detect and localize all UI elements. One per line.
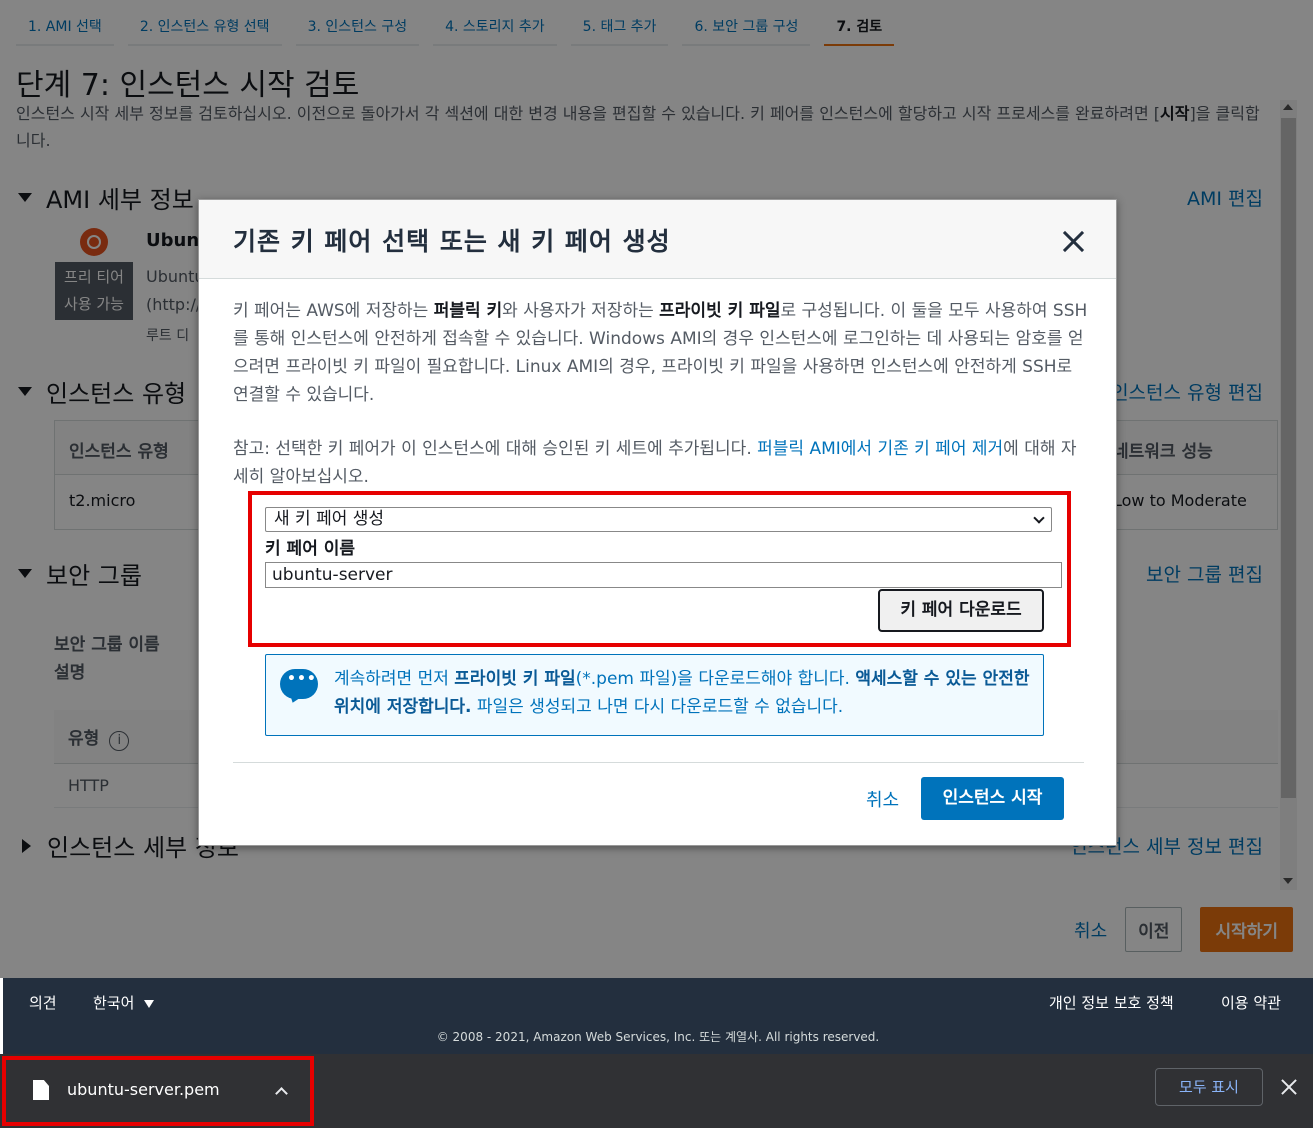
modal-title: 기존 키 페어 선택 또는 새 키 페어 생성 [233, 227, 671, 256]
close-icon[interactable] [1062, 230, 1084, 252]
show-all-button[interactable]: 모두 표시 [1155, 1068, 1263, 1106]
launch-instance-button[interactable]: 인스턴스 시작 [921, 777, 1064, 820]
key-pair-name-label: 키 페어 이름 [265, 539, 356, 559]
modal-divider [233, 762, 1084, 763]
key-pair-name-input[interactable]: ubuntu-server [265, 562, 1062, 588]
download-key-pair-button[interactable]: 키 페어 다운로드 [878, 589, 1044, 632]
caret-down-icon [144, 999, 155, 1008]
close-icon[interactable] [1281, 1079, 1297, 1095]
info-alert: 계속하려면 먼저 프라이빗 키 파일(*.pem 파일)을 다운로드해야 합니다… [265, 654, 1044, 736]
download-file-name: ubuntu-server.pem [67, 1080, 220, 1099]
language-selector[interactable]: 한국어 [93, 992, 155, 1013]
chevron-up-icon[interactable] [275, 1087, 288, 1100]
alert-bold: 프라이빗 키 파일 [454, 669, 576, 689]
privacy-link[interactable]: 개인 정보 보호 정책 [1049, 992, 1174, 1013]
body-bold-public-key: 퍼블릭 키 [433, 301, 503, 321]
select-value: 새 키 페어 생성 [274, 509, 385, 529]
alert-text: (*.pem 파일)을 다운로드해야 합니다. [575, 669, 856, 689]
file-icon [33, 1080, 49, 1100]
note-text: 참고: 선택한 키 페어가 이 인스턴스에 대해 승인된 키 세트에 추가됩니다… [233, 439, 758, 459]
terms-link[interactable]: 이용 약관 [1221, 992, 1281, 1013]
console-footer: 의견 한국어 개인 정보 보호 정책 이용 약관 © 2008 - 2021, … [3, 978, 1313, 1054]
alert-message: 계속하려면 먼저 프라이빗 키 파일(*.pem 파일)을 다운로드해야 합니다… [334, 665, 1038, 721]
alert-text: 계속하려면 먼저 [334, 669, 455, 689]
key-pair-modal: 기존 키 페어 선택 또는 새 키 페어 생성 키 페어는 AWS에 저장하는 … [198, 199, 1117, 846]
copyright-text: © 2008 - 2021, Amazon Web Services, Inc.… [436, 1030, 880, 1044]
language-label: 한국어 [93, 994, 135, 1012]
body-bold-private-key: 프라이빗 키 파일 [659, 301, 781, 321]
download-item[interactable]: ubuntu-server.pem [2, 1056, 314, 1126]
modal-body: 키 페어는 AWS에 저장하는 퍼블릭 키와 사용자가 저장하는 프라이빗 키 … [233, 297, 1088, 491]
modal-header: 기존 키 페어 선택 또는 새 키 페어 생성 [199, 200, 1116, 279]
feedback-link[interactable]: 의견 [29, 992, 57, 1013]
key-pair-option-select[interactable]: 새 키 페어 생성 [265, 507, 1052, 532]
alert-text: 파일은 생성되고 나면 다시 다운로드할 수 없습니다. [471, 697, 844, 717]
modal-description: 키 페어는 AWS에 저장하는 퍼블릭 키와 사용자가 저장하는 프라이빗 키 … [233, 297, 1088, 409]
modal-note: 참고: 선택한 키 페어가 이 인스턴스에 대해 승인된 키 세트에 추가됩니다… [233, 435, 1088, 491]
chevron-down-icon [1033, 512, 1045, 524]
modal-cancel-button[interactable]: 취소 [866, 786, 899, 812]
body-text: 와 사용자가 저장하는 [502, 301, 660, 321]
body-text: 키 페어는 AWS에 저장하는 [233, 301, 434, 321]
remove-key-pair-link[interactable]: 퍼블릭 AMI에서 기존 키 페어 제거 [757, 439, 1003, 459]
chat-bubble-icon [280, 669, 318, 699]
browser-download-bar: ubuntu-server.pem 모두 표시 [0, 1054, 1313, 1128]
